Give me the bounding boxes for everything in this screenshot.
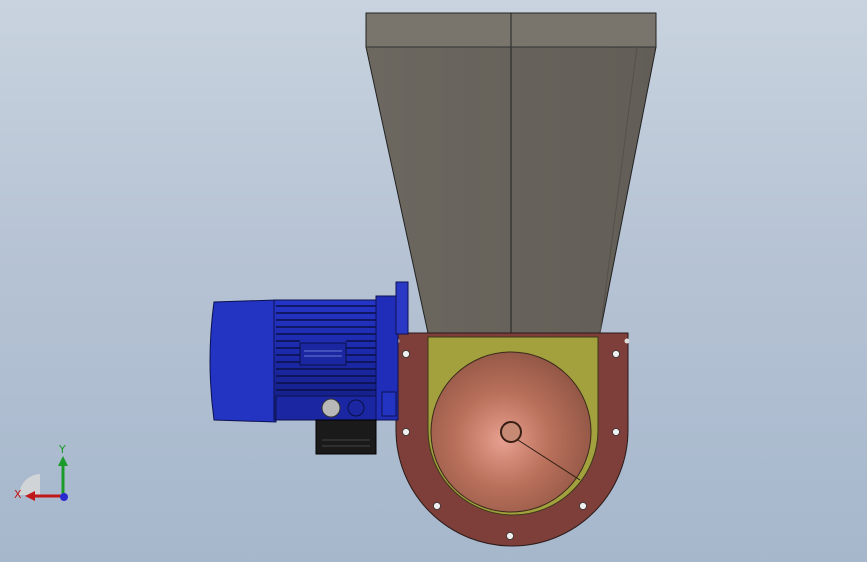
y-axis-label: Y: [58, 443, 66, 456]
z-axis: [60, 493, 68, 501]
cad-viewport[interactable]: Y X: [0, 0, 867, 562]
hopper[interactable]: [365, 12, 657, 334]
x-axis-label: X: [14, 488, 22, 501]
rotor[interactable]: [430, 351, 592, 513]
motor[interactable]: [209, 281, 409, 455]
coordinate-triad: Y X: [14, 443, 68, 501]
rotary-valve-model[interactable]: [0, 0, 867, 562]
